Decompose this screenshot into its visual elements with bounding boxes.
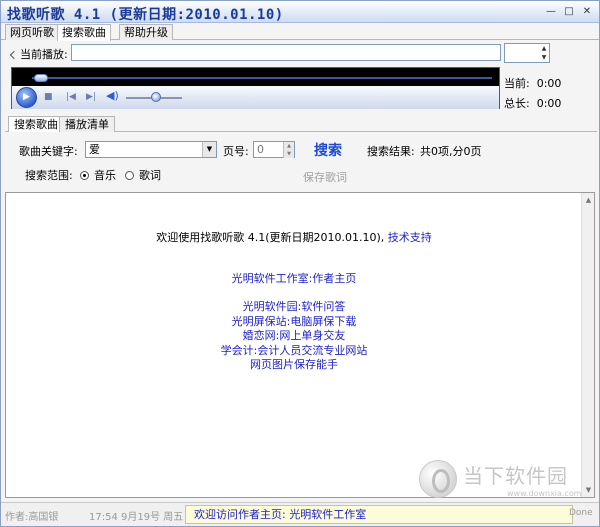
radio-selected-icon	[80, 171, 89, 180]
subtab-search-songs[interactable]: 搜索歌曲	[8, 116, 64, 133]
player-controls: ▶ ■ |◀ ▶| ◀)	[12, 86, 499, 109]
minimize-button[interactable]: —	[543, 5, 559, 19]
top-tabs: 网页听歌 搜索歌曲 帮助升级	[1, 23, 599, 41]
tab-search-songs[interactable]: 搜索歌曲	[57, 24, 111, 41]
app-window: 找歌听歌 4.1 (更新日期:2010.01.10) — □ ✕ 网页听歌 搜索…	[0, 0, 600, 527]
close-button[interactable]: ✕	[579, 5, 595, 19]
welcome-text: 欢迎使用找歌听歌 4.1(更新日期2010.01.10),	[156, 231, 385, 244]
title-bar: 找歌听歌 4.1 (更新日期:2010.01.10) — □ ✕	[1, 1, 599, 23]
watermark: 当下软件园 www.downxia.com	[419, 460, 597, 504]
scope-label: 搜索范围:	[25, 169, 73, 182]
search-panel: 歌曲关键字: 爱 ▼ 页号: 0 ▲ ▼ 搜索 搜索结果: 共0项,分0页 搜索…	[5, 132, 597, 190]
volume-handle[interactable]	[150, 92, 161, 102]
next-icon[interactable]: ▶|	[86, 91, 96, 103]
link-item[interactable]: 婚恋网:网上单身交友	[6, 329, 582, 344]
link-item[interactable]: 网页图片保存能手	[6, 358, 582, 373]
play-button[interactable]: ▶	[16, 87, 37, 108]
total-time: 总长: 0:00	[504, 97, 562, 110]
page-value: 0	[257, 143, 264, 156]
now-playing-field[interactable]	[71, 44, 501, 61]
support-link[interactable]: 技术支持	[388, 231, 432, 244]
media-player: ▶ ■ |◀ ▶| ◀)	[11, 67, 500, 109]
keyword-combo[interactable]: 爱 ▼	[85, 141, 217, 158]
seek-handle[interactable]	[34, 74, 48, 82]
maximize-button[interactable]: □	[561, 5, 577, 19]
track-spinner[interactable]: ▲ ▼	[504, 43, 550, 63]
link-item[interactable]: 光明软件园:软件问答	[6, 300, 582, 315]
watermark-logo-icon	[419, 460, 457, 498]
volume-icon[interactable]: ◀)	[106, 90, 119, 102]
pin-icon	[9, 50, 19, 60]
spin-down-icon[interactable]: ▼	[539, 53, 549, 62]
stop-icon[interactable]: ■	[44, 91, 53, 103]
results-label: 搜索结果:	[367, 145, 415, 158]
scope-music-radio[interactable]: 音乐	[80, 167, 116, 183]
link-item[interactable]: 光明屏保站:电脑屏保下载	[6, 315, 582, 330]
status-author-link[interactable]: 欢迎访问作者主页: 光明软件工作室	[185, 505, 573, 524]
player-panel: 当前播放: ▲ ▼ ▶ ■ |◀ ▶| ◀) 当前: 0:00 总长: 0:00	[5, 42, 597, 112]
author-link-block: 光明软件工作室:作者主页	[6, 272, 582, 287]
tab-help-upgrade[interactable]: 帮助升级	[119, 24, 173, 40]
welcome-line: 欢迎使用找歌听歌 4.1(更新日期2010.01.10), 技术支持	[6, 229, 582, 245]
author-home-link[interactable]: 光明软件工作室:作者主页	[6, 272, 582, 287]
link-item[interactable]: 学会计:会计人员交流专业网站	[6, 344, 582, 359]
scroll-up-icon[interactable]: ▲	[584, 196, 593, 204]
spin-up-icon[interactable]: ▲	[283, 142, 294, 150]
seek-bar[interactable]	[32, 77, 492, 79]
window-controls: — □ ✕	[543, 5, 595, 19]
status-author: 作者:高国银	[5, 512, 59, 523]
keyword-value: 爱	[89, 143, 100, 156]
sub-tabs: 搜索歌曲 播放清单	[5, 116, 597, 133]
page-spinner[interactable]: 0 ▲ ▼	[253, 141, 295, 158]
browser-content: 欢迎使用找歌听歌 4.1(更新日期2010.01.10), 技术支持 光明软件工…	[5, 192, 595, 498]
status-time: 17:54 9月19号 周五	[89, 512, 184, 523]
save-lyrics-button[interactable]: 保存歌词	[303, 169, 347, 185]
radio-unselected-icon	[125, 171, 134, 180]
search-button[interactable]: 搜索	[314, 140, 342, 160]
watermark-url: www.downxia.com	[507, 489, 582, 498]
status-bar: 作者:高国银 17:54 9月19号 周五 欢迎访问作者主页: 光明软件工作室 …	[1, 502, 599, 526]
spin-down-icon[interactable]: ▼	[283, 150, 294, 158]
keyword-label: 歌曲关键字:	[19, 145, 78, 158]
spin-up-icon[interactable]: ▲	[539, 44, 549, 53]
chevron-down-icon[interactable]: ▼	[202, 142, 216, 157]
scope-lyrics-radio[interactable]: 歌词	[125, 167, 161, 183]
window-title: 找歌听歌 4.1 (更新日期:2010.01.10)	[7, 7, 284, 23]
content-scrollbar[interactable]: ▲ ▼	[581, 193, 594, 497]
previous-icon[interactable]: |◀	[66, 91, 76, 103]
subtab-playlist[interactable]: 播放清单	[59, 116, 115, 132]
page-label: 页号:	[223, 145, 249, 158]
now-playing-label: 当前播放:	[9, 46, 68, 62]
status-done: Done	[569, 508, 593, 518]
watermark-text: 当下软件园	[463, 464, 568, 488]
tab-web-listen[interactable]: 网页听歌	[5, 24, 59, 40]
results-value: 共0项,分0页	[420, 145, 482, 158]
current-time: 当前: 0:00	[504, 77, 562, 90]
link-list: 光明软件园:软件问答 光明屏保站:电脑屏保下载 婚恋网:网上单身交友 学会计:会…	[6, 300, 582, 373]
